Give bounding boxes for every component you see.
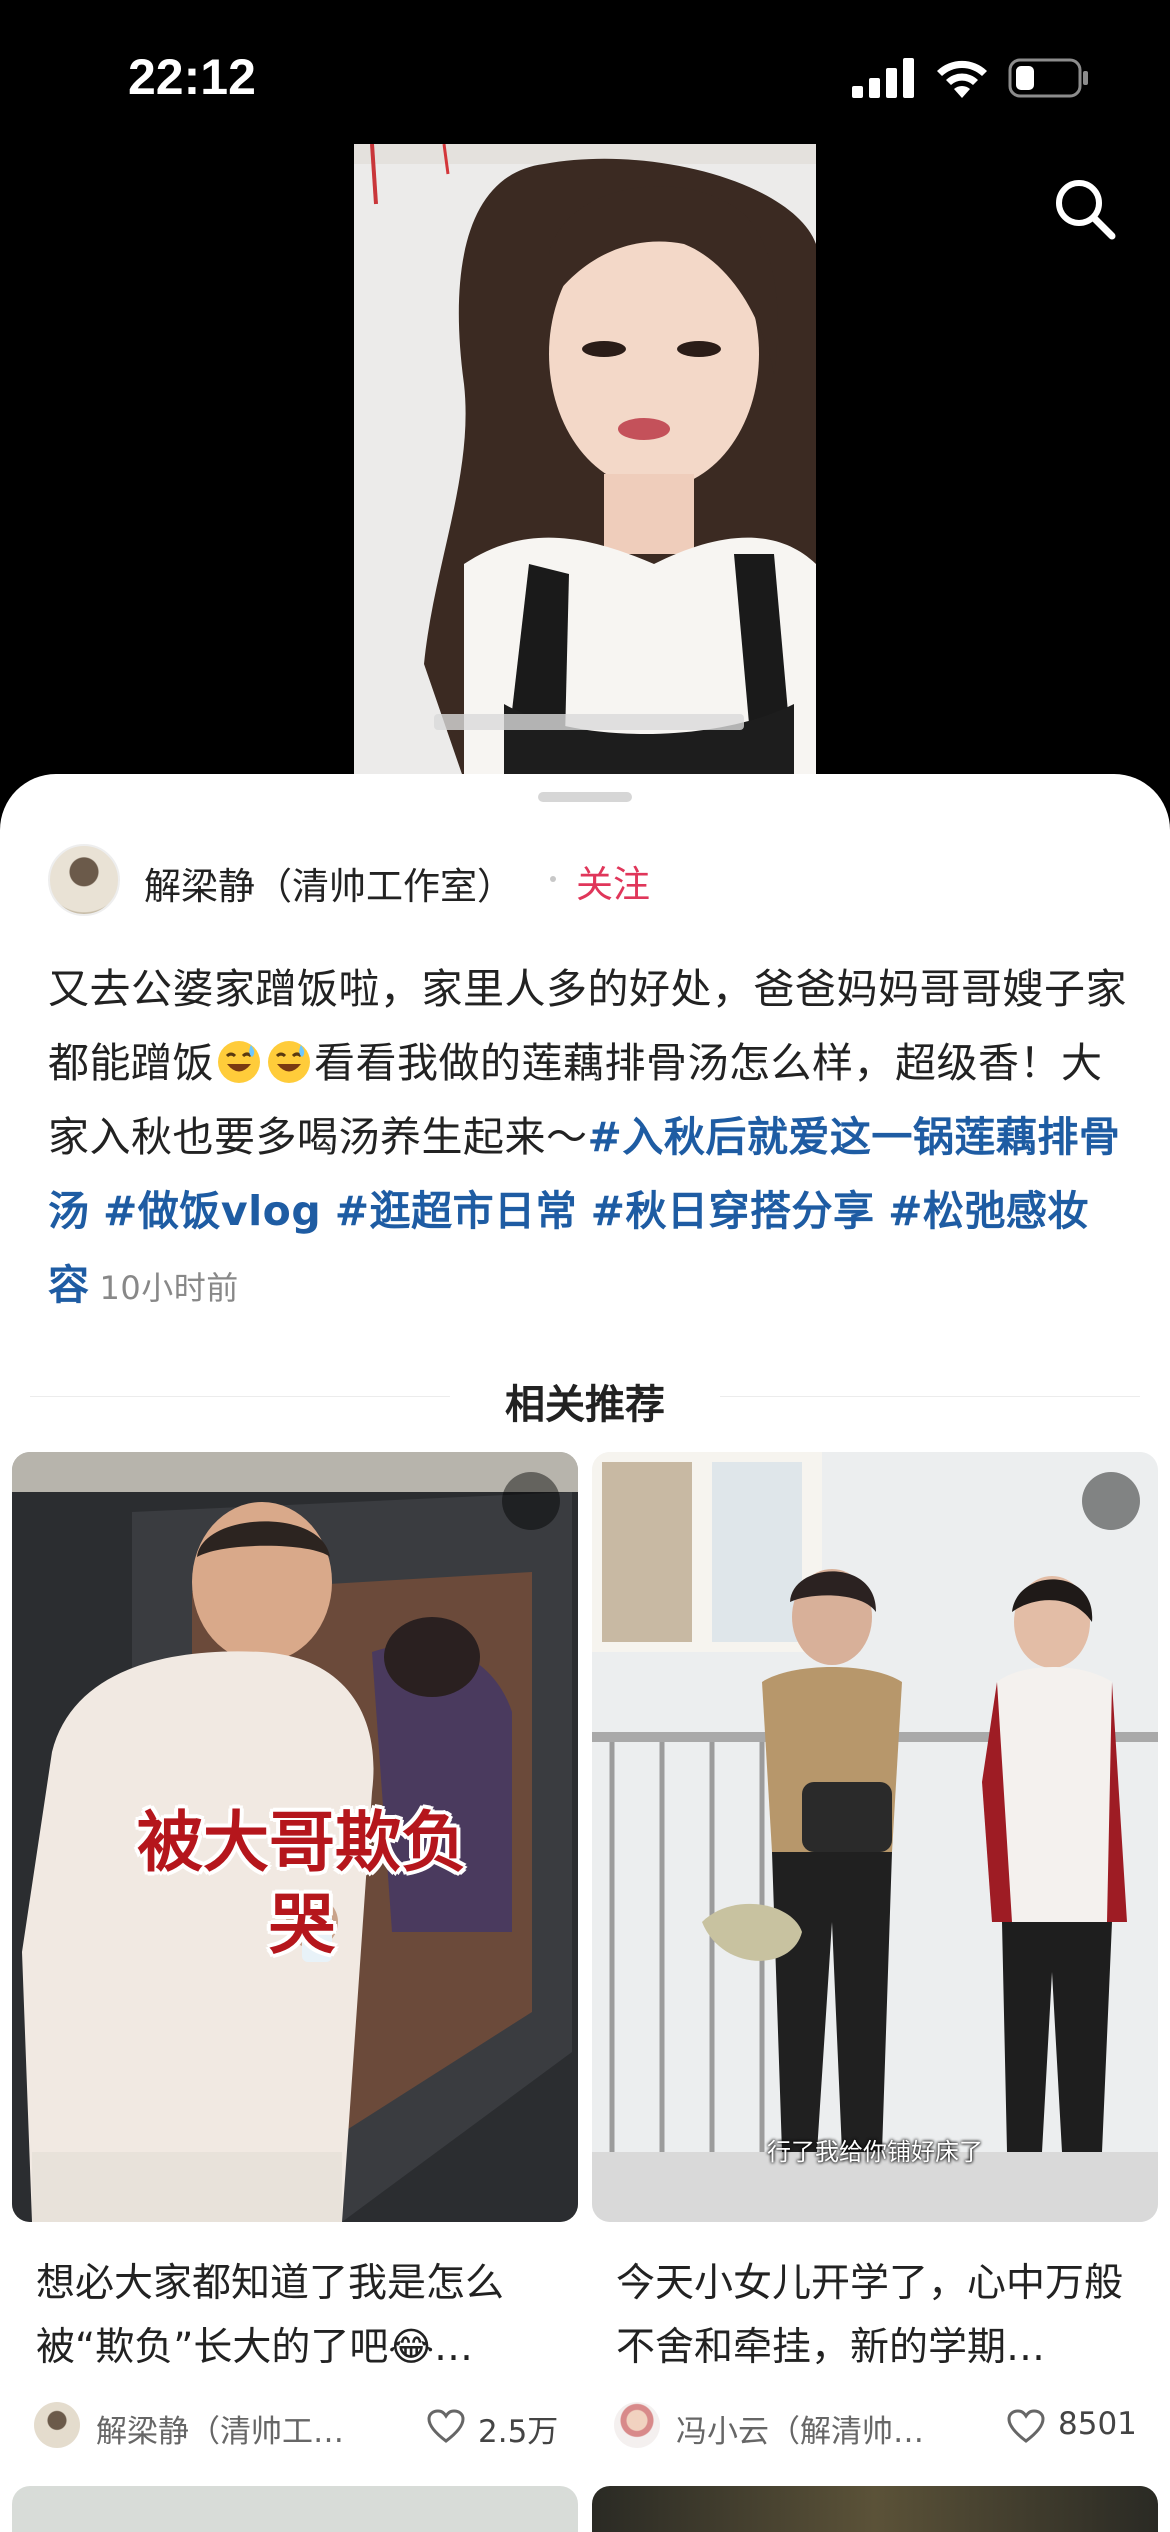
video-player[interactable] bbox=[354, 144, 816, 780]
dot-separator bbox=[550, 876, 556, 882]
video-caption: 行了我给你铺好床了 bbox=[767, 2138, 983, 2166]
post-sheet: 解梁静（清帅工作室） 关注 又去公婆家蹭饭啦，家里人多的好处，爸爸妈妈哥哥嫂子家… bbox=[0, 774, 1170, 2532]
post-text: 又去公婆家蹭饭啦，家里人多的好处，爸爸妈妈哥哥嫂子家都能蹭饭 看看我做的莲藕排骨汤… bbox=[48, 952, 1128, 1325]
sweat-smile-emoji-icon bbox=[268, 1041, 310, 1083]
author-avatar[interactable] bbox=[614, 2402, 660, 2448]
section-title: 相关推荐 bbox=[505, 1382, 665, 1428]
sweat-smile-emoji-icon bbox=[218, 1041, 260, 1083]
hashtag-link[interactable]: #逛超市日常 bbox=[335, 1187, 577, 1235]
overlay-line: 哭 bbox=[269, 1886, 335, 1963]
video-overlay-title: 被大哥欺负 哭 bbox=[112, 1802, 492, 1966]
play-icon[interactable] bbox=[502, 1472, 560, 1530]
card-meta: 冯小云（解清帅… 8501 bbox=[614, 2400, 1144, 2450]
status-time: 22:12 bbox=[128, 49, 256, 105]
follow-button[interactable]: 关注 bbox=[576, 854, 650, 908]
search-icon[interactable] bbox=[1052, 176, 1116, 240]
card-title[interactable]: 今天小女儿开学了，心中万般不舍和牵挂，新的学期… bbox=[616, 2252, 1136, 2380]
card-author[interactable]: 解梁静（清帅工… bbox=[96, 2406, 376, 2451]
recommendation-card-partial[interactable] bbox=[592, 2486, 1158, 2532]
card-thumbnail[interactable]: 被大哥欺负 哭 bbox=[12, 1452, 578, 2222]
signal-icon bbox=[852, 58, 914, 98]
status-bar: 22:12 bbox=[0, 0, 1170, 150]
author-name[interactable]: 解梁静（清帅工作室） bbox=[144, 856, 514, 910]
card-author[interactable]: 冯小云（解清帅… bbox=[676, 2406, 956, 2451]
recommendation-card-partial[interactable] bbox=[12, 2486, 578, 2532]
heart-icon[interactable] bbox=[1006, 2408, 1046, 2444]
author-avatar[interactable] bbox=[48, 844, 120, 916]
post-time: 10小时前 bbox=[99, 1269, 239, 1307]
hashtag-link[interactable]: #秋日穿搭分享 bbox=[591, 1187, 875, 1235]
recommendation-card[interactable]: 被大哥欺负 哭 想必大家都知道了我是怎么被“欺负”长大的了吧😂… 解梁静（清帅工… bbox=[12, 1452, 578, 2532]
card-thumbnail-image bbox=[592, 1452, 1158, 2222]
wifi-icon bbox=[937, 60, 987, 98]
divider bbox=[720, 1396, 1140, 1397]
card-title[interactable]: 想必大家都知道了我是怎么被“欺负”长大的了吧😂… bbox=[36, 2252, 556, 2380]
author-row: 解梁静（清帅工作室） 关注 bbox=[48, 844, 1128, 918]
like-count: 2.5万 bbox=[478, 2414, 559, 2450]
related-section-header: 相关推荐 bbox=[30, 1366, 1140, 1428]
battery-icon bbox=[1008, 58, 1088, 98]
like-count: 8501 bbox=[1058, 2406, 1137, 2442]
play-icon[interactable] bbox=[1082, 1472, 1140, 1530]
card-thumbnail[interactable]: 行了我给你铺好床了 bbox=[592, 1452, 1158, 2222]
drag-handle[interactable] bbox=[538, 792, 632, 802]
video-thumbnail bbox=[354, 144, 816, 780]
heart-icon[interactable] bbox=[426, 2408, 466, 2444]
author-avatar[interactable] bbox=[34, 2402, 80, 2448]
overlay-line: 被大哥欺负 bbox=[137, 1804, 467, 1881]
hashtag-link[interactable]: #做饭vlog bbox=[103, 1187, 321, 1235]
recommendation-card[interactable]: 行了我给你铺好床了 今天小女儿开学了，心中万般不舍和牵挂，新的学期… 冯小云（解… bbox=[592, 1452, 1158, 2532]
card-meta: 解梁静（清帅工… 2.5万 bbox=[34, 2400, 564, 2450]
